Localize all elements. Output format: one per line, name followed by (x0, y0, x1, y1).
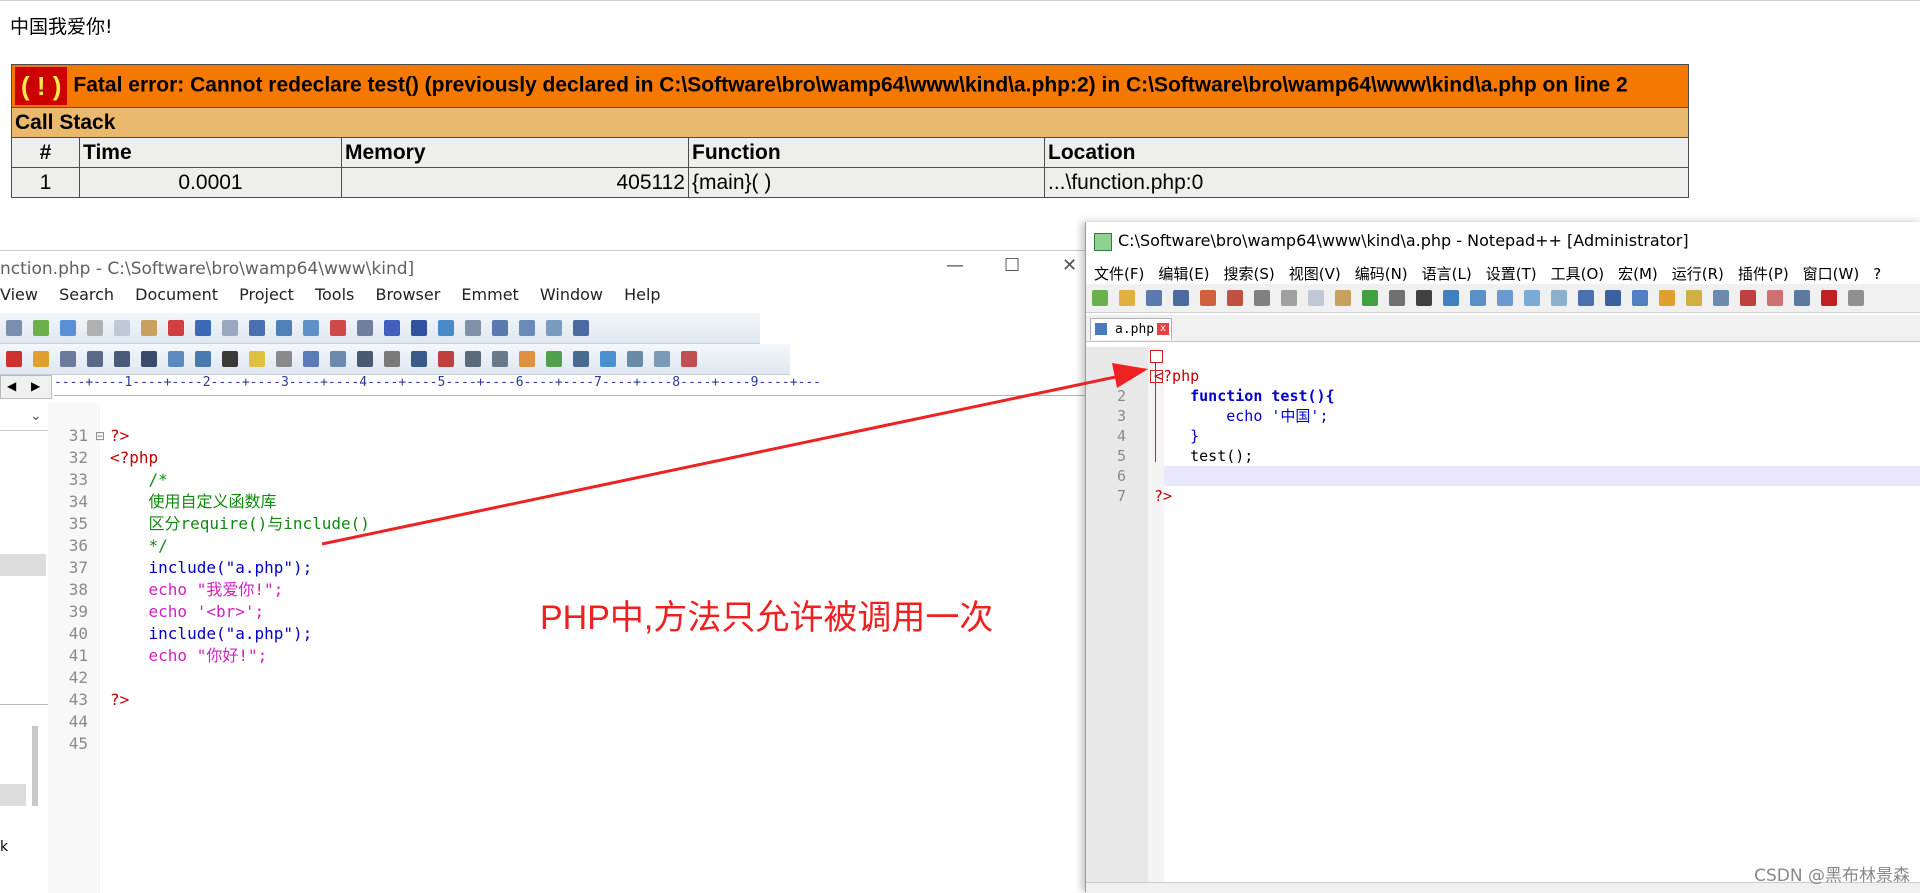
annotation-text: PHP中,方法只允许被调用一次 (540, 599, 994, 637)
arrow-line (321, 373, 1126, 546)
arrow-head (1112, 363, 1148, 388)
watermark: CSDN @黑布林景森 (1754, 866, 1910, 886)
annotation-arrow (321, 363, 1148, 546)
